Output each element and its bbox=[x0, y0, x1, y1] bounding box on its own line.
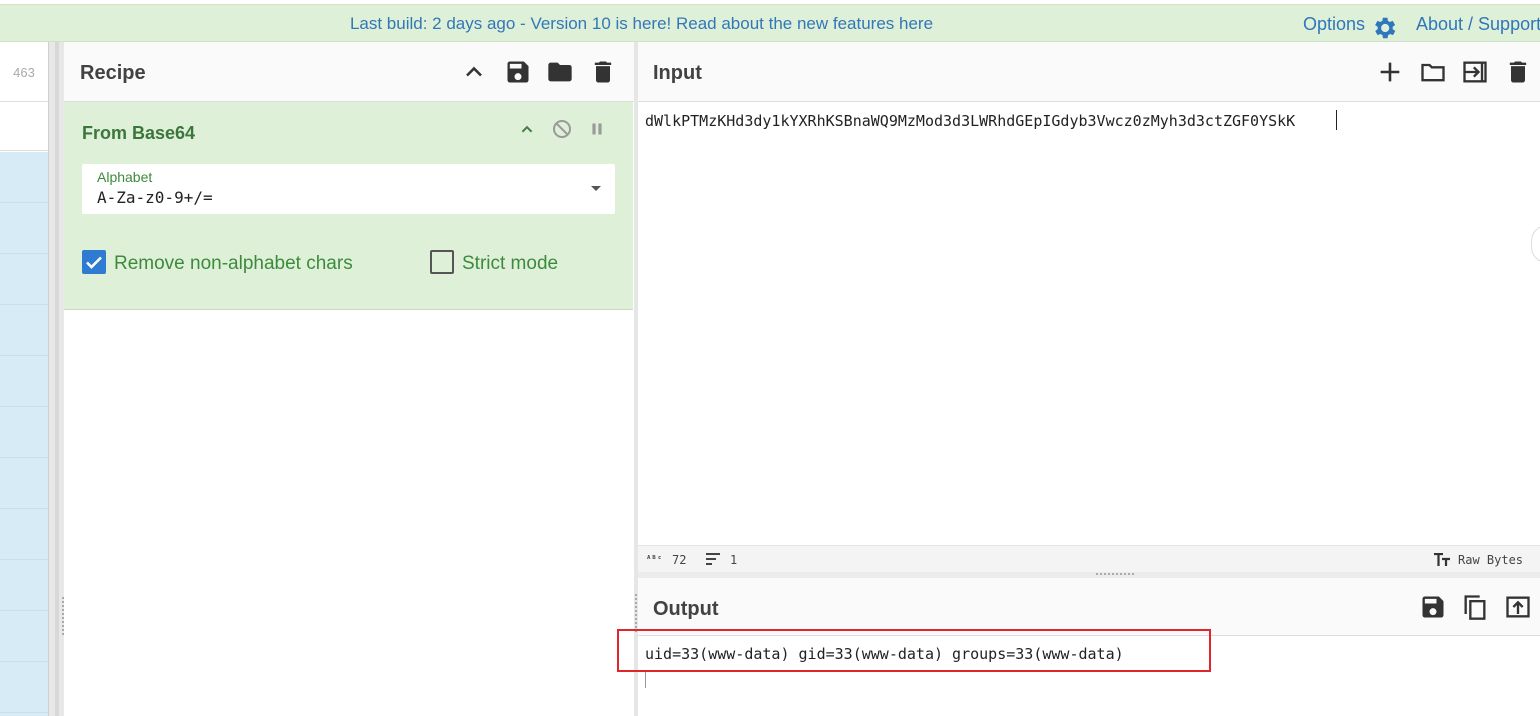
operation-from-base64[interactable]: From Base64 Alphabet A-Za-z0-9+/= Remove… bbox=[64, 102, 633, 310]
input-panel: Input dWlkPTMzKHd3dy1kYXRhKSBnaWQ9MzMod3… bbox=[638, 42, 1540, 572]
line-count: 1 bbox=[730, 553, 738, 567]
remove-nonalphabet-label[interactable]: Remove non-alphabet chars bbox=[114, 253, 353, 275]
lines-icon bbox=[706, 553, 720, 565]
text-size-icon[interactable] bbox=[1434, 553, 1450, 566]
input-status-bar: ᴬᴮᶜ 72 1 Raw Bytes bbox=[638, 545, 1540, 572]
about-support-link[interactable]: About / Support bbox=[1416, 5, 1540, 43]
disable-icon[interactable] bbox=[550, 117, 574, 141]
recipe-header: Recipe bbox=[64, 42, 634, 102]
output-title: Output bbox=[653, 598, 719, 620]
operations-count: 463 bbox=[0, 42, 48, 102]
checkmark-icon bbox=[86, 256, 102, 269]
save-icon[interactable] bbox=[504, 58, 532, 86]
gutter-grip[interactable] bbox=[635, 594, 637, 634]
pause-icon[interactable] bbox=[586, 118, 608, 140]
recipe-title: Recipe bbox=[80, 62, 146, 84]
encoding-label[interactable]: Raw Bytes bbox=[1458, 553, 1523, 567]
char-count-icon: ᴬᴮᶜ bbox=[646, 555, 663, 565]
operations-panel: 463 bbox=[0, 42, 48, 716]
top-banner: Last build: 2 days ago - Version 10 is h… bbox=[0, 4, 1540, 42]
alphabet-label: Alphabet bbox=[97, 169, 153, 185]
output-header: Output bbox=[638, 578, 1540, 636]
panel-resize-gutter[interactable] bbox=[48, 42, 64, 716]
copy-icon[interactable] bbox=[1461, 593, 1489, 621]
operations-search-input[interactable] bbox=[0, 102, 48, 151]
strict-mode-checkbox[interactable] bbox=[430, 250, 454, 274]
highlight-box bbox=[617, 629, 1211, 672]
divider-grip[interactable] bbox=[1096, 573, 1136, 575]
chevron-up-icon[interactable] bbox=[516, 118, 538, 140]
build-message-link[interactable]: Last build: 2 days ago - Version 10 is h… bbox=[0, 5, 1283, 43]
plus-icon[interactable] bbox=[1376, 58, 1404, 86]
replace-input-icon[interactable] bbox=[1504, 593, 1532, 621]
remove-nonalphabet-checkbox[interactable] bbox=[82, 250, 106, 274]
options-link[interactable]: Options bbox=[1303, 5, 1365, 43]
operation-title: From Base64 bbox=[82, 123, 196, 143]
save-icon[interactable] bbox=[1419, 593, 1447, 621]
strict-mode-label[interactable]: Strict mode bbox=[462, 253, 558, 275]
recipe-panel: Recipe From Base64 Alphabet A-Za-z0-9+/=… bbox=[64, 42, 634, 716]
operations-list[interactable] bbox=[0, 152, 48, 716]
text-cursor bbox=[645, 670, 646, 688]
text-cursor bbox=[1336, 110, 1337, 130]
input-title: Input bbox=[653, 62, 702, 84]
gutter-bar bbox=[55, 42, 59, 716]
chevron-down-icon[interactable] bbox=[591, 186, 601, 191]
chevron-up-icon[interactable] bbox=[460, 58, 488, 86]
switch-io-icon[interactable] bbox=[1461, 58, 1489, 86]
trash-icon[interactable] bbox=[589, 58, 617, 86]
alphabet-select[interactable]: Alphabet A-Za-z0-9+/= bbox=[82, 164, 615, 214]
folder-open-icon[interactable] bbox=[1419, 58, 1447, 86]
gear-icon[interactable] bbox=[1370, 14, 1398, 42]
input-header: Input bbox=[638, 42, 1540, 102]
folder-icon[interactable] bbox=[546, 58, 574, 86]
trash-icon[interactable] bbox=[1504, 58, 1532, 86]
input-textarea[interactable]: dWlkPTMzKHd3dy1kYXRhKSBnaWQ9MzMod3d3LWRh… bbox=[645, 112, 1295, 130]
char-count: 72 bbox=[672, 553, 687, 567]
alphabet-value: A-Za-z0-9+/= bbox=[97, 188, 213, 207]
